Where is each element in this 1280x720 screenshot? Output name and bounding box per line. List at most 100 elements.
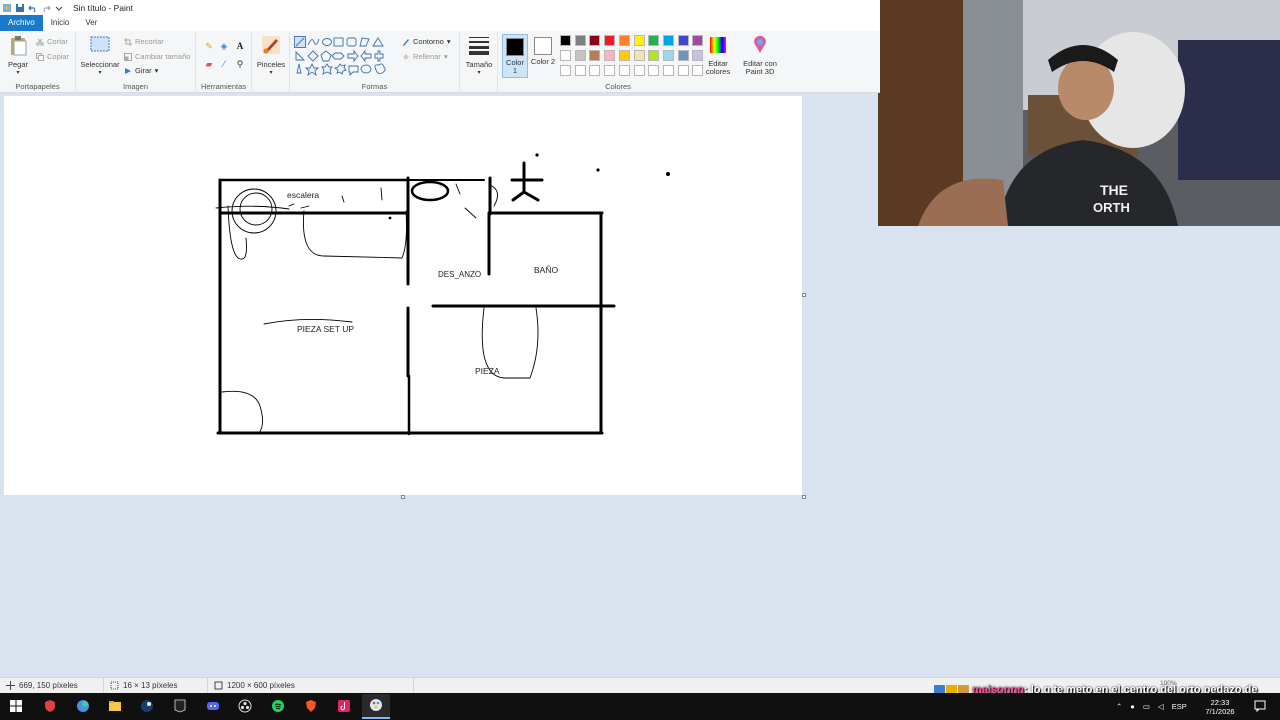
microphone-icon[interactable]: ● <box>1130 702 1135 711</box>
selection-icon <box>110 681 119 690</box>
eraser-icon[interactable]: ▰ <box>203 58 215 70</box>
color-swatch[interactable] <box>560 50 571 61</box>
color-swatch[interactable] <box>633 35 645 46</box>
color-swatch[interactable] <box>662 35 674 46</box>
resize-handle-bottom[interactable] <box>401 495 405 499</box>
color-swatch[interactable] <box>633 50 645 61</box>
move-cursor-icon <box>6 681 15 690</box>
tiktok-icon[interactable] <box>336 698 352 714</box>
language-indicator[interactable]: ESP <box>1172 702 1187 711</box>
magnifier-icon[interactable]: ⚲ <box>234 58 246 70</box>
steam-icon[interactable] <box>139 698 155 714</box>
crop-button[interactable]: Recortar <box>124 37 164 46</box>
resize-label: Cambiar tamaño <box>135 52 191 61</box>
shapes-gallery[interactable] <box>294 36 398 76</box>
color-swatch[interactable] <box>560 65 571 76</box>
resize-button[interactable]: Cambiar tamaño <box>124 52 190 61</box>
color-swatch[interactable] <box>648 65 660 76</box>
tab-ver[interactable]: Ver <box>77 15 105 31</box>
color-swatch[interactable] <box>589 35 601 46</box>
color-swatch[interactable] <box>574 35 586 46</box>
color-swatch[interactable] <box>618 65 630 76</box>
size-button[interactable]: Tamaño ▾ <box>463 34 495 76</box>
floor-plan-drawing[interactable]: escalera DES_ANZO BAÑO PIEZA SET UP PIEZ… <box>4 96 802 495</box>
color1-button[interactable]: Color 1 <box>502 34 528 78</box>
copy-button[interactable]: Copiar <box>36 52 69 61</box>
scissors-icon <box>36 38 44 46</box>
color-swatch[interactable] <box>677 50 689 61</box>
chevron-down-icon: ▾ <box>154 66 159 75</box>
color-swatch[interactable] <box>604 50 616 61</box>
cut-label: Cortar <box>47 37 68 46</box>
fill-button[interactable]: Rellenar ▾ <box>402 52 448 61</box>
color-swatch[interactable] <box>633 65 645 76</box>
brushes-button[interactable]: Pinceles ▾ <box>255 34 287 76</box>
drawing-canvas[interactable]: escalera DES_ANZO BAÑO PIEZA SET UP PIEZ… <box>4 96 802 495</box>
color-swatch[interactable] <box>560 35 571 46</box>
resize-handle-corner[interactable] <box>802 495 806 499</box>
epic-games-icon[interactable] <box>172 698 188 714</box>
text-tool-icon[interactable]: A <box>234 40 246 52</box>
paste-label: Pegar <box>7 60 28 69</box>
color-swatch[interactable] <box>648 50 660 61</box>
color-swatch[interactable] <box>604 65 616 76</box>
file-explorer-icon[interactable] <box>107 698 123 714</box>
outline-icon <box>403 38 409 46</box>
volume-icon[interactable]: ◁ <box>1158 702 1164 711</box>
color-swatch[interactable] <box>618 35 630 46</box>
paint-taskbar-button[interactable] <box>362 694 390 719</box>
resize-icon <box>124 52 132 61</box>
quick-access-dropdown-icon[interactable] <box>54 3 64 13</box>
edit-colors-label: Editar colores <box>705 59 731 76</box>
color-swatch[interactable] <box>589 65 601 76</box>
network-icon[interactable]: ▭ <box>1143 702 1150 711</box>
obs-icon[interactable] <box>237 698 253 714</box>
color-swatch[interactable] <box>574 50 586 61</box>
crop-label: Recortar <box>135 37 164 46</box>
brave-browser-icon[interactable] <box>303 698 319 714</box>
chevron-up-icon[interactable]: ⌃ <box>1116 702 1122 711</box>
cut-button[interactable]: Cortar <box>36 37 68 46</box>
color-swatch[interactable] <box>574 65 586 76</box>
chevron-down-icon: ▾ <box>269 70 273 76</box>
color-swatch[interactable] <box>677 65 689 76</box>
outline-button[interactable]: Contorno ▾ <box>402 37 451 46</box>
color-swatch[interactable] <box>662 50 674 61</box>
tab-inicio[interactable]: Inicio <box>43 15 78 31</box>
discord-icon[interactable] <box>205 698 221 714</box>
color-wheel-icon <box>710 37 726 53</box>
pencil-icon[interactable]: ✎ <box>203 40 215 52</box>
spotify-icon[interactable] <box>270 698 286 714</box>
rotate-button[interactable]: Girar ▾ <box>124 66 158 75</box>
copilot-icon[interactable] <box>75 698 91 714</box>
webcam-image: THE ORTH <box>878 0 1280 226</box>
window-title: Sin título - Paint <box>73 2 134 13</box>
canvas-workarea[interactable]: escalera DES_ANZO BAÑO PIEZA SET UP PIEZ… <box>0 93 878 677</box>
edit-colors-button[interactable]: Editar colores <box>702 34 734 76</box>
select-button[interactable]: Seleccionar ▾ <box>79 34 121 76</box>
clock[interactable]: 22:33 7/1/2026 <box>1204 693 1236 720</box>
color-swatch[interactable] <box>648 35 660 46</box>
webcam-overlay: THE ORTH <box>878 0 1280 226</box>
color-swatch[interactable] <box>589 50 601 61</box>
undo-icon[interactable] <box>28 3 38 13</box>
paste-button[interactable]: Pegar ▾ <box>4 34 32 76</box>
save-icon[interactable] <box>15 3 25 13</box>
tab-archivo[interactable]: Archivo <box>0 15 43 31</box>
canvas-size-icon <box>214 681 223 690</box>
resize-handle-right[interactable] <box>802 293 806 297</box>
label-escalera: escalera <box>287 190 319 200</box>
color-picker-icon[interactable]: ⁄ <box>218 58 230 70</box>
color-swatch[interactable] <box>662 65 674 76</box>
windows-start-icon[interactable] <box>8 698 24 714</box>
shield-app-icon[interactable] <box>42 698 58 714</box>
color-swatch[interactable] <box>677 35 689 46</box>
notifications-icon[interactable] <box>1252 698 1268 714</box>
shapes-group: Contorno ▾ Rellenar ▾ Formas <box>290 31 460 93</box>
fill-bucket-icon[interactable]: ◈ <box>218 40 230 52</box>
color2-button[interactable]: Color 2 <box>530 34 556 78</box>
color-swatch[interactable] <box>604 35 616 46</box>
color-swatch[interactable] <box>618 50 630 61</box>
paint3d-button[interactable]: Editar con Paint 3D <box>738 34 782 76</box>
redo-icon[interactable] <box>41 3 51 13</box>
